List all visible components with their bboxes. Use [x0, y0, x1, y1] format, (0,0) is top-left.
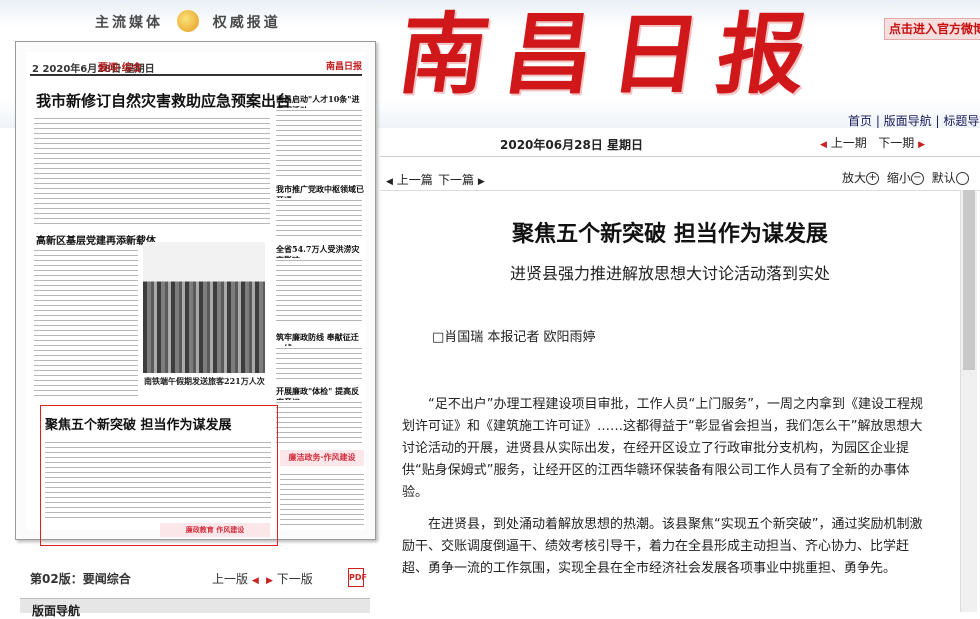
zoom-controls: 放大 + 缩小 − 默认	[842, 169, 973, 186]
thumb-stamp: 廉政教育 作风建设	[160, 523, 270, 537]
thumb-stamp: 廉洁政务·作风建设	[280, 450, 364, 466]
slogan-right: 权威报道	[212, 15, 281, 31]
thumb-text-block[interactable]	[34, 116, 270, 224]
issue-nav: ◀ 上一期 下一期 ▶	[820, 134, 925, 151]
weibo-link[interactable]: 点击进入官方微博	[884, 18, 980, 40]
triangle-right-icon: ▶	[266, 576, 273, 586]
sun-logo-icon	[176, 10, 199, 32]
zoom-out-icon[interactable]: −	[910, 172, 924, 185]
thumb-text-block[interactable]	[276, 258, 362, 324]
newspaper-logo[interactable]: 南昌日报	[393, 2, 832, 106]
thumb-headline-main[interactable]: 我市新修订自然灾害救助应急预案出台	[36, 90, 291, 111]
thumb-text-block[interactable]	[280, 472, 364, 526]
zoom-in-label[interactable]: 放大	[842, 171, 866, 185]
article-body: “足不出户”办理工程建设项目审批，工作人员“上门服务”，一周之内拿到《建设工程规…	[402, 394, 932, 590]
pdf-icon[interactable]: PDF	[348, 568, 367, 587]
article-paragraph: “足不出户”办理工程建设项目审批，工作人员“上门服务”，一周之内拿到《建设工程规…	[402, 397, 923, 500]
next-article-label[interactable]: 下一篇	[438, 173, 474, 187]
article-headline: 聚焦五个新突破 担当作为谋发展	[512, 221, 828, 247]
top-links[interactable]: 首页 | 版面导航 | 标题导	[848, 112, 979, 129]
zoom-out-label[interactable]: 缩小	[887, 171, 911, 185]
thumb-text-block[interactable]	[34, 248, 138, 398]
prev-issue-link[interactable]: 上一期	[831, 136, 867, 150]
page-thumbnail-inner: 2 2020年6月28日 星期日 要闻·综合 南昌日报 我市新修订自然灾害救助应…	[26, 52, 366, 546]
thumb-text-block[interactable]	[276, 346, 362, 380]
prev-page-link[interactable]: 上一版 ◀	[212, 570, 259, 587]
next-page-link[interactable]: ▶ 下一版	[266, 570, 313, 587]
prev-page-label[interactable]: 上一版	[212, 572, 248, 586]
thumb-section-tag: 要闻·综合	[98, 63, 142, 74]
arrow-right-icon: ▶	[918, 140, 925, 150]
page-thumbnail[interactable]: 2 2020年6月28日 星期日 要闻·综合 南昌日报 我市新修订自然灾害救助应…	[15, 41, 376, 546]
thumb-rule	[30, 74, 362, 76]
issue-date: 2020年06月28日 星期日	[500, 138, 643, 152]
zoom-in-icon[interactable]: +	[866, 172, 880, 185]
section-nav-header: 版面导航	[20, 598, 370, 618]
arrow-left-icon: ◀	[820, 140, 827, 150]
prev-article-link[interactable]: ◀ 上一篇	[386, 171, 433, 188]
edition-label: 第02版：要闻综合	[30, 572, 131, 586]
article-paragraph: 在进贤县，到处涌动着解放思想的热潮。该县聚焦“实现五个新突破”，通过奖励机制激励…	[402, 517, 923, 576]
scrollbar-thumb[interactable]	[963, 190, 975, 370]
thumb-text-block[interactable]	[276, 400, 362, 444]
next-article-link[interactable]: 下一篇 ▶	[438, 171, 485, 188]
vertical-scrollbar[interactable]	[960, 190, 977, 612]
thumb-logo: 南昌日报	[326, 62, 363, 72]
slogan-left: 主流媒体	[95, 15, 163, 31]
page-bar: 第02版：要闻综合 上一版 ◀ ▶ 下一版 PDF	[30, 568, 370, 587]
triangle-left-icon: ◀	[251, 576, 259, 586]
thumb-text-block	[45, 440, 271, 520]
thumb-text-block[interactable]	[276, 198, 362, 238]
thumb-photo[interactable]	[143, 242, 265, 373]
zoom-default-label[interactable]: 默认	[932, 171, 956, 185]
zoom-default-icon[interactable]	[955, 172, 969, 185]
article-byline: □肖国瑞 本报记者 欧阳雨婷	[432, 330, 596, 345]
next-page-label[interactable]: 下一版	[277, 572, 313, 586]
slogan: 主流媒体 权威报道	[95, 10, 281, 34]
prev-article-label[interactable]: 上一篇	[397, 173, 433, 187]
triangle-right-icon: ▶	[477, 177, 485, 187]
triangle-left-icon: ◀	[386, 177, 393, 187]
header-divider	[380, 156, 980, 157]
section-nav-title: 版面导航	[32, 604, 81, 618]
article-subhead: 进贤县强力推进解放思想大讨论活动落到实处	[509, 264, 830, 283]
article-toolbar: ◀ 上一篇 下一篇 ▶ 放大 + 缩小 − 默认	[380, 164, 980, 191]
thumb-text-block[interactable]	[276, 108, 362, 178]
thumb-box-headline: 聚焦五个新突破 担当作为谋发展	[45, 418, 232, 433]
next-issue-link[interactable]: 下一期	[878, 136, 914, 150]
thumb-photo-caption[interactable]: 南铁端午假期发送旅客221万人次	[144, 376, 265, 387]
thumb-side-headline[interactable]: 高新区基层党建再添新载体	[36, 232, 156, 247]
